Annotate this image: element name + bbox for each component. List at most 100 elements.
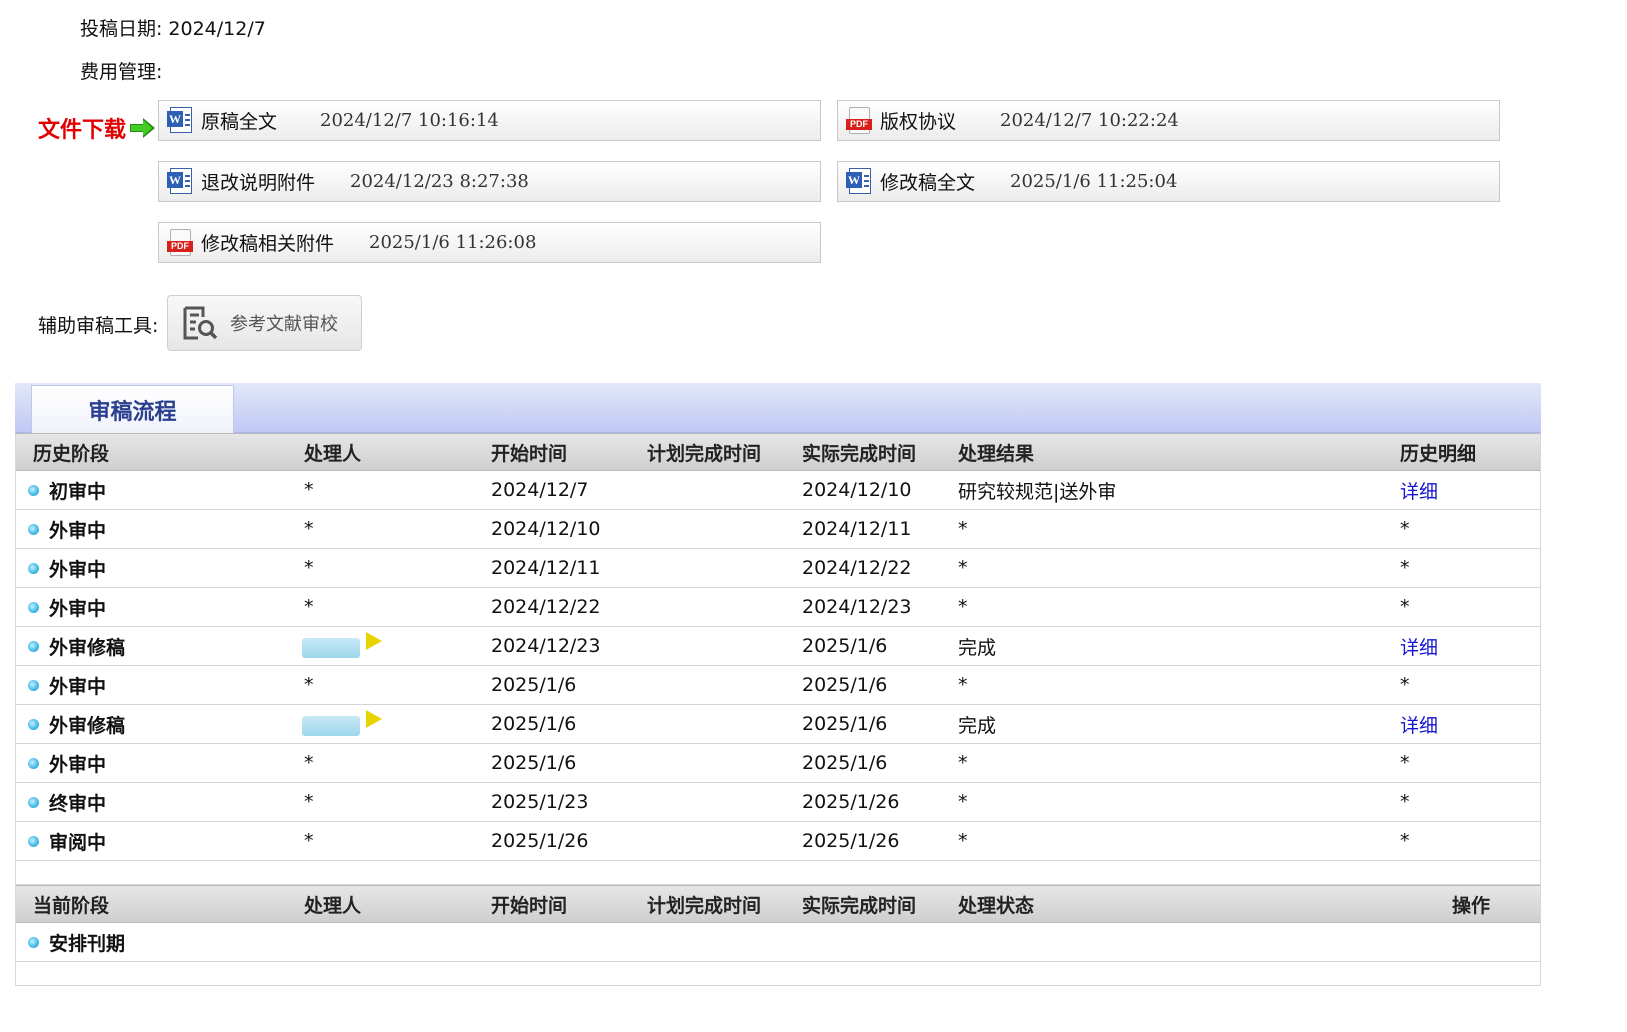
result: * — [958, 791, 968, 813]
header-result: 处理结果 — [958, 442, 1035, 465]
file-original-manuscript[interactable]: W 原稿全文 2024/12/7 10:16:14 — [158, 100, 821, 141]
table-footer — [16, 962, 1540, 986]
start-time: 2024/12/22 — [491, 596, 601, 618]
table-spacer — [16, 861, 1540, 885]
review-workflow-panel: 审稿流程 历史阶段 处理人 开始时间 计划完成时间 实际完成时间 处理结果 历史… — [15, 383, 1541, 989]
handler — [302, 705, 382, 743]
actual-time: 2025/1/6 — [802, 752, 888, 774]
table-row: 外审中 * 2024/12/22 2024/12/23 * * — [16, 588, 1540, 627]
stage-name: 外审修稿 — [49, 714, 126, 737]
tab-review-workflow[interactable]: 审稿流程 — [31, 385, 234, 434]
actual-time: 2025/1/6 — [802, 713, 888, 735]
handler: * — [304, 557, 314, 579]
bullet-icon — [28, 640, 39, 652]
result: * — [958, 752, 968, 774]
actual-time: 2024/12/22 — [802, 557, 912, 579]
pointer-icon[interactable] — [366, 710, 382, 728]
file-revision-attachments[interactable]: PDF 修改稿相关附件 2025/1/6 11:26:08 — [158, 222, 821, 263]
bullet-icon — [28, 796, 39, 808]
file-name[interactable]: 退改说明附件 — [201, 168, 350, 195]
detail-link[interactable]: 详细 — [1400, 705, 1438, 743]
header-start-time: 开始时间 — [491, 894, 568, 917]
handler: * — [304, 479, 314, 501]
file-time: 2025/1/6 11:25:04 — [1010, 171, 1178, 192]
submit-date-value: 2024/12/7 — [168, 18, 266, 40]
redacted-name — [302, 638, 360, 658]
file-download-label: 文件下载 — [38, 112, 156, 144]
fee-management-label: 费用管理: — [80, 61, 163, 83]
workflow-tab-bar: 审稿流程 — [15, 383, 1541, 434]
table-row: 初审中 * 2024/12/7 2024/12/10 研究较规范|送外审 详细 — [16, 471, 1540, 510]
stage-name: 外审中 — [49, 597, 107, 620]
bullet-icon — [28, 484, 39, 496]
detail: * — [1400, 518, 1410, 540]
start-time: 2024/12/23 — [491, 635, 601, 657]
reference-check-label[interactable]: 参考文献审校 — [230, 310, 338, 336]
detail: * — [1400, 752, 1410, 774]
history-table: 历史阶段 处理人 开始时间 计划完成时间 实际完成时间 处理结果 历史明细 初审… — [15, 433, 1541, 986]
result: 研究较规范|送外审 — [958, 480, 1117, 503]
detail: * — [1400, 674, 1410, 696]
file-name[interactable]: 修改稿全文 — [880, 168, 1010, 195]
submit-date-label: 投稿日期: — [80, 18, 163, 40]
file-time: 2024/12/7 10:16:14 — [320, 110, 499, 131]
actual-time: 2024/12/11 — [802, 518, 912, 540]
header-planned-time: 计划完成时间 — [647, 894, 762, 917]
submit-date-row: 投稿日期: 2024/12/7 — [80, 14, 266, 41]
header-actual-time: 实际完成时间 — [802, 894, 917, 917]
handler: * — [304, 596, 314, 618]
handler: * — [304, 791, 314, 813]
bullet-icon — [28, 601, 39, 613]
stage-name: 外审中 — [49, 675, 107, 698]
detail: * — [1400, 791, 1410, 813]
result: * — [958, 596, 968, 618]
file-name[interactable]: 原稿全文 — [201, 107, 320, 134]
pointer-icon[interactable] — [366, 632, 382, 650]
word-doc-icon: W — [167, 167, 193, 196]
handler — [302, 627, 382, 665]
result: * — [958, 830, 968, 852]
start-time: 2024/12/11 — [491, 557, 601, 579]
table-row: 外审中 * 2025/1/6 2025/1/6 * * — [16, 744, 1540, 783]
handler: * — [304, 752, 314, 774]
table-row: 外审修稿 2024/12/23 2025/1/6 完成 详细 — [16, 627, 1540, 666]
file-revision-explanation[interactable]: W 退改说明附件 2024/12/23 8:27:38 — [158, 161, 821, 202]
detail-link[interactable]: 详细 — [1400, 471, 1438, 509]
result: * — [958, 674, 968, 696]
detail: * — [1400, 596, 1410, 618]
header-start-time: 开始时间 — [491, 442, 568, 465]
redacted-name — [302, 716, 360, 736]
detail-link[interactable]: 详细 — [1400, 627, 1438, 665]
stage-name: 外审中 — [49, 753, 107, 776]
stage-name: 安排刊期 — [49, 932, 126, 955]
stage-name: 审阅中 — [49, 831, 107, 854]
start-time: 2025/1/23 — [491, 791, 589, 813]
start-time: 2025/1/26 — [491, 830, 589, 852]
table-row: 终审中 * 2025/1/23 2025/1/26 * * — [16, 783, 1540, 822]
handler: * — [304, 518, 314, 540]
file-time: 2024/12/7 10:22:24 — [1000, 110, 1179, 131]
document-search-icon — [182, 305, 218, 341]
table-row: 审阅中 * 2025/1/26 2025/1/26 * * — [16, 822, 1540, 861]
header-actual-time: 实际完成时间 — [802, 442, 917, 465]
bullet-icon — [28, 835, 39, 847]
bullet-icon — [28, 936, 39, 948]
file-name[interactable]: 修改稿相关附件 — [201, 229, 369, 256]
stage-name: 外审修稿 — [49, 636, 126, 659]
handler: * — [304, 674, 314, 696]
pdf-icon: PDF — [167, 228, 193, 257]
header-handler: 处理人 — [304, 894, 362, 917]
handler: * — [304, 830, 314, 852]
fee-management-row: 费用管理: — [80, 57, 162, 84]
current-table-header: 当前阶段 处理人 开始时间 计划完成时间 实际完成时间 处理状态 操作 — [16, 885, 1540, 923]
header-handler: 处理人 — [304, 442, 362, 465]
file-revised-manuscript[interactable]: W 修改稿全文 2025/1/6 11:25:04 — [837, 161, 1500, 202]
reference-check-button[interactable]: 参考文献审校 — [167, 295, 362, 351]
result: 完成 — [958, 714, 997, 737]
table-row: 外审中 * 2024/12/11 2024/12/22 * * — [16, 549, 1540, 588]
bullet-icon — [28, 757, 39, 769]
word-doc-icon: W — [846, 167, 872, 196]
file-copyright-agreement[interactable]: PDF 版权协议 2024/12/7 10:22:24 — [837, 100, 1500, 141]
header-status: 处理状态 — [958, 894, 1035, 917]
file-name[interactable]: 版权协议 — [880, 107, 1000, 134]
